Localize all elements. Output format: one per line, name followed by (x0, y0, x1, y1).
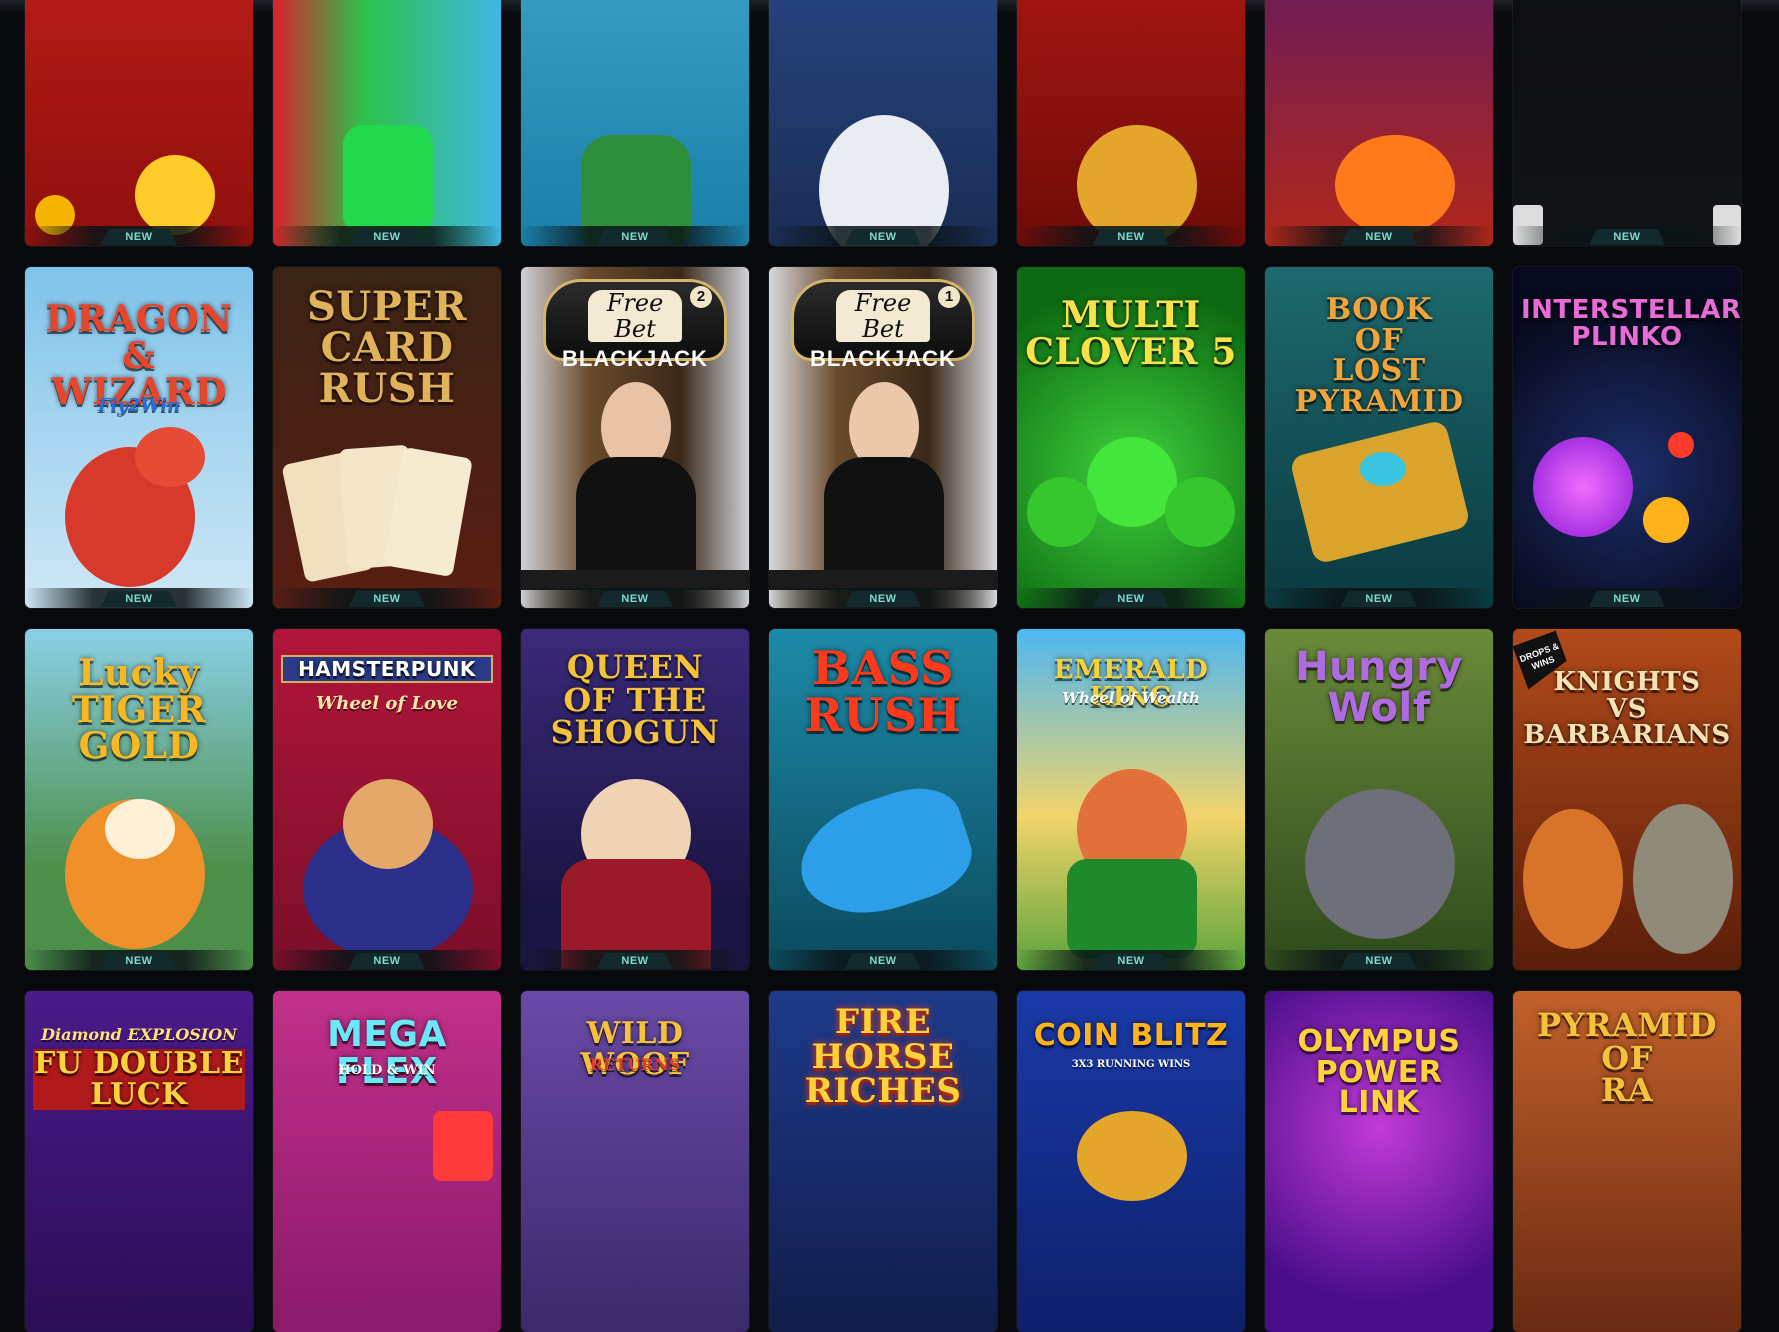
game-tile[interactable]: NEW (1017, 0, 1245, 246)
table-number: 1 (938, 286, 960, 308)
game-title: INTERSTELLAR PLINKO (1521, 295, 1741, 352)
game-tile-emerald-king[interactable]: EMERALD KING Wheel of Wealth NEW (1017, 629, 1245, 970)
game-title: HAMSTERPUNK (281, 655, 493, 684)
game-title: OLYMPUS POWER LINK (1297, 1024, 1461, 1121)
game-subtitle: RETURNS (589, 1055, 681, 1074)
new-badge: NEW (597, 229, 673, 245)
new-badge: NEW (1589, 591, 1665, 607)
game-tile[interactable]: NEW (273, 0, 501, 246)
game-subtitle: Free Bet (588, 290, 682, 342)
game-title: QUEEN OF THE SHOGUN (550, 648, 720, 752)
game-art (25, 0, 253, 246)
new-badge: NEW (101, 591, 177, 607)
game-tile-book-of-lost-pyramid[interactable]: BOOK OF LOST PYRAMID NEW (1265, 267, 1493, 608)
game-tile-olympus-power-link[interactable]: OLYMPUS POWER LINK (1265, 991, 1493, 1332)
game-title: PYRAMID OF RA (1537, 1006, 1717, 1110)
new-badge: NEW (1093, 953, 1169, 969)
game-tile-fire-horse-riches[interactable]: FIRE HORSE RICHES (769, 991, 997, 1332)
game-tile-hungry-wolf[interactable]: Hungry Wolf NEW (1265, 629, 1493, 970)
game-tile-knights-vs-barbarians[interactable]: KNIGHTS VS BARBARIANS DROPS & WINS (1513, 629, 1741, 970)
game-art (1265, 0, 1493, 246)
game-tile-pyramid-of-ra[interactable]: PYRAMID OF RA (1513, 991, 1741, 1332)
new-badge: NEW (1589, 229, 1665, 245)
game-title: FIRE HORSE RICHES (804, 1002, 962, 1112)
game-title: KNIGHTS VS BARBARIANS (1523, 667, 1731, 751)
game-tile-coin-blitz[interactable]: COIN BLITZ 3X3 RUNNING WINS (1017, 991, 1245, 1332)
game-title: MULTI CLOVER 5 (1025, 294, 1237, 373)
table-number: 2 (690, 286, 712, 308)
new-badge: NEW (349, 953, 425, 969)
game-tile-dragon-wizard[interactable]: DRAGON & WIZARD Fly2Win NEW (25, 267, 253, 608)
new-badge: NEW (597, 953, 673, 969)
game-tile-hamsterpunk[interactable]: HAMSTERPUNK Wheel of Love NEW (273, 629, 501, 970)
blackjack-logo: Free Bet BLACKJACK 1 (791, 279, 975, 371)
game-title: Lucky TIGER GOLD (71, 652, 207, 768)
game-title: COIN BLITZ (1033, 1018, 1229, 1053)
game-subtitle: HOLD & WIN (338, 1063, 436, 1078)
game-tile[interactable]: NEW (25, 0, 253, 246)
game-tile-bass-rush[interactable]: BASS RUSH NEW (769, 629, 997, 970)
game-tile[interactable]: NEW (769, 0, 997, 246)
game-subtitle: Wheel of Love (316, 693, 458, 714)
game-tile[interactable]: NEW (1265, 0, 1493, 246)
game-tile-lucky-tiger-gold[interactable]: Lucky TIGER GOLD NEW (25, 629, 253, 970)
new-badge: NEW (1341, 953, 1417, 969)
game-subtitle: Free Bet (836, 290, 930, 342)
game-tile-queen-of-the-shogun[interactable]: QUEEN OF THE SHOGUN NEW (521, 629, 749, 970)
game-art (1017, 0, 1245, 246)
new-badge: NEW (1341, 229, 1417, 245)
game-art (273, 0, 501, 246)
new-badge: NEW (349, 591, 425, 607)
game-tile-mega-flex[interactable]: MEGA FLEX HOLD & WIN (273, 991, 501, 1332)
new-badge: NEW (101, 953, 177, 969)
game-subtitle: 3X3 RUNNING WINS (1071, 1059, 1191, 1070)
game-title: BASS RUSH (804, 641, 962, 742)
game-tile-super-card-rush[interactable]: SUPER CARD RUSH NEW (273, 267, 501, 608)
game-art (1513, 0, 1741, 246)
new-badge: NEW (1341, 591, 1417, 607)
game-title: BLACKJACK (562, 346, 708, 371)
game-title: BLACKJACK (810, 346, 956, 371)
game-subtitle: Diamond EXPLOSION (41, 1025, 237, 1044)
new-badge: NEW (1093, 229, 1169, 245)
blackjack-logo: Free Bet BLACKJACK 2 (543, 279, 727, 371)
game-tile[interactable]: NEW (1513, 0, 1741, 246)
game-art (521, 0, 749, 246)
new-badge: NEW (1093, 591, 1169, 607)
game-grid: NEW NEW NEW NEW NEW NEW NEW DRAGON & WIZ… (25, 0, 1741, 1332)
new-badge: NEW (845, 953, 921, 969)
game-tile-interstellar-plinko[interactable]: INTERSTELLAR PLINKO NEW (1513, 267, 1741, 608)
game-tile-wild-woof-returns[interactable]: WILD WOOF RETURNS (521, 991, 749, 1332)
game-title: FU DOUBLE LUCK (33, 1046, 245, 1112)
new-badge: NEW (845, 591, 921, 607)
game-tile-fu-double-luck[interactable]: Diamond EXPLOSION FU DOUBLE LUCK (25, 991, 253, 1332)
game-tile[interactable]: NEW (521, 0, 749, 246)
game-tile-free-bet-blackjack-1[interactable]: Free Bet BLACKJACK 1 NEW (769, 267, 997, 608)
new-badge: NEW (845, 229, 921, 245)
new-badge: NEW (101, 229, 177, 245)
game-tile-multi-clover-5[interactable]: MULTI CLOVER 5 NEW (1017, 267, 1245, 608)
game-title: Hungry Wolf (1295, 644, 1463, 731)
game-title: SUPER CARD RUSH (306, 283, 468, 412)
game-subtitle: Fly2Win (97, 395, 181, 416)
new-badge: NEW (597, 591, 673, 607)
game-title: MEGA FLEX (327, 1014, 447, 1092)
game-subtitle: Wheel of Wealth (1062, 689, 1200, 707)
new-badge: NEW (349, 229, 425, 245)
game-tile-free-bet-blackjack-2[interactable]: Free Bet BLACKJACK 2 NEW (521, 267, 749, 608)
game-title: BOOK OF LOST PYRAMID (1294, 292, 1464, 419)
game-art (769, 0, 997, 246)
